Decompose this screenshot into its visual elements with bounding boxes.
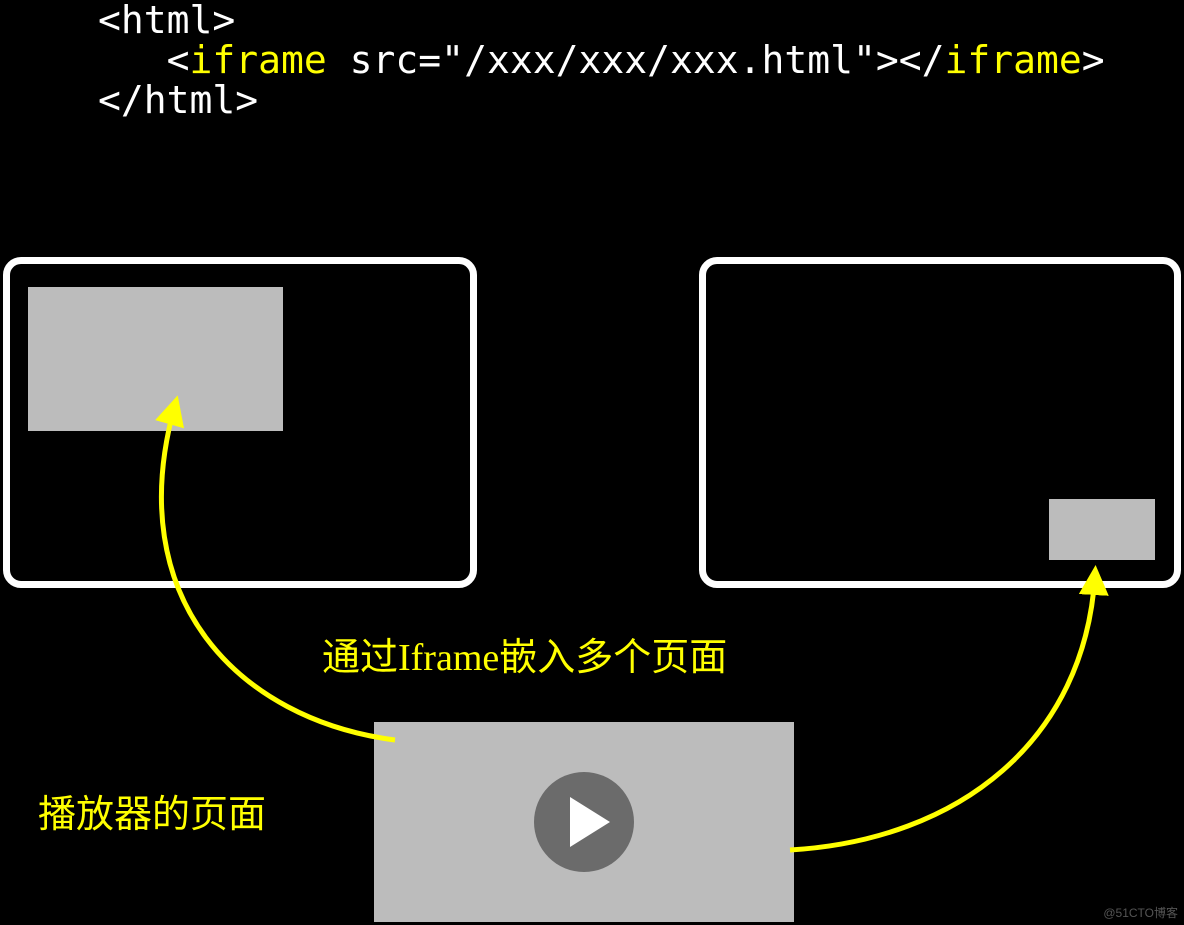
play-button-circle bbox=[534, 772, 634, 872]
code-iframe-open-tag: iframe bbox=[190, 38, 327, 82]
video-player bbox=[374, 722, 794, 922]
player-caption: 播放器的页面 bbox=[38, 783, 266, 838]
play-icon bbox=[570, 797, 610, 847]
code-iframe-close-tag: iframe bbox=[945, 38, 1082, 82]
code-indent: < bbox=[98, 38, 190, 82]
code-snippet: <html> <iframe src="/xxx/xxx/xxx.html"><… bbox=[98, 0, 1105, 120]
code-html-open: <html> bbox=[98, 0, 235, 42]
code-iframe-middle: src="/xxx/xxx/xxx.html"></ bbox=[327, 38, 945, 82]
code-html-close: </html> bbox=[98, 78, 258, 122]
embedded-player-right bbox=[1049, 499, 1155, 560]
code-iframe-close-bracket: > bbox=[1082, 38, 1105, 82]
embedded-player-left bbox=[28, 287, 283, 431]
diagram-caption: 通过Iframe嵌入多个页面 bbox=[322, 626, 727, 681]
watermark: @51CTO博客 bbox=[1103, 904, 1178, 921]
arrow-to-right-embed bbox=[790, 575, 1095, 850]
